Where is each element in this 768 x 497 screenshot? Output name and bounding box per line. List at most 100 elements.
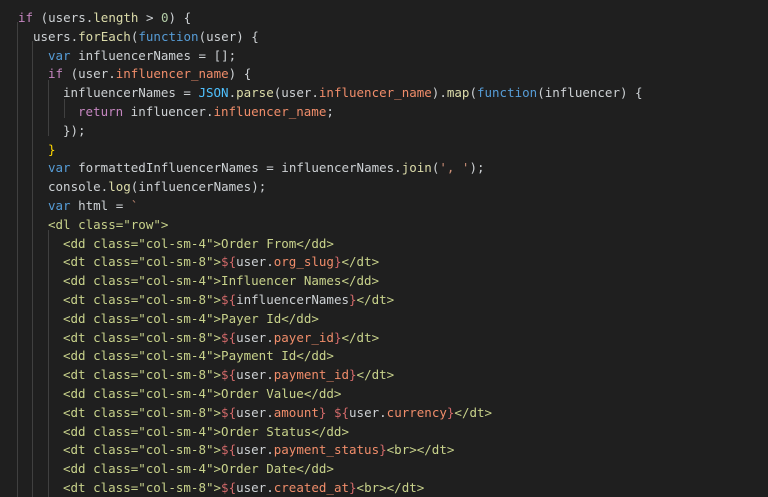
code-token: . [228, 85, 237, 101]
code-token: <dt class="col-sm-8"> [63, 292, 222, 307]
code-token: } [349, 367, 357, 383]
code-token: payment_status [273, 442, 380, 458]
code-token: <br></dt> [356, 480, 425, 495]
code-token: if [18, 10, 34, 25]
code-line[interactable]: <dt class="col-sm-8">${influencerNames}<… [63, 290, 394, 309]
code-token: influencer_name [115, 66, 229, 82]
code-token: (influencer) { [537, 85, 643, 101]
code-line[interactable]: } [48, 140, 56, 159]
code-token: ) { [228, 66, 252, 82]
code-line[interactable]: <dt class="col-sm-8">${user.payer_id}</d… [63, 328, 379, 347]
code-token: ${ [221, 292, 237, 307]
code-token: influencerNames [236, 292, 349, 307]
code-token: ${ [221, 404, 237, 420]
code-line[interactable]: if (users.length > 0) { [18, 8, 191, 27]
code-line[interactable]: <dt class="col-sm-8">${user.amount} ${us… [63, 403, 492, 422]
code-line[interactable]: console.log(influencerNames); [48, 177, 266, 196]
code-token: ). [431, 85, 447, 101]
code-token: <dt class="col-sm-8"> [63, 442, 222, 458]
code-token: length [93, 10, 139, 25]
code-token: payer_id [273, 329, 334, 345]
code-token: <dt class="col-sm-8"> [63, 367, 222, 383]
code-token: <dt class="col-sm-8"> [63, 329, 222, 345]
code-line[interactable]: <dd class="col-sm-4">Payer Id</dd> [63, 309, 319, 328]
code-token: } [349, 292, 357, 307]
code-token: user. [236, 442, 274, 458]
code-token: } [48, 141, 56, 157]
code-line[interactable]: var formattedInfluencerNames = influence… [48, 158, 485, 177]
code-token: </dt> [341, 329, 380, 345]
code-token: (influencerNames); [130, 179, 267, 195]
code-line[interactable]: influencerNames = JSON.parse(user.influe… [63, 83, 643, 102]
code-token: var [48, 160, 71, 176]
code-token: </dt> [356, 367, 395, 383]
code-line[interactable]: <dd class="col-sm-4">Influencer Names</d… [63, 271, 379, 290]
code-line[interactable]: <dd class="col-sm-4">Order From</dd> [63, 234, 334, 253]
code-token: user. [236, 367, 274, 383]
indent-guide [48, 80, 49, 136]
code-token: } [333, 254, 342, 270]
code-token: ${ [221, 480, 237, 495]
code-line[interactable]: if (user.influencer_name) { [48, 64, 251, 83]
code-line[interactable]: <dt class="col-sm-8">${user.payment_stat… [63, 440, 454, 459]
indent-guide [48, 230, 49, 497]
code-line[interactable]: <dd class="col-sm-4">Order Status</dd> [63, 422, 349, 441]
code-line[interactable]: <dt class="col-sm-8">${user.created_at}<… [63, 478, 424, 497]
code-token: ) { [168, 10, 192, 25]
code-line[interactable]: <dd class="col-sm-4">Payment Id</dd> [63, 346, 334, 365]
code-token: influencer_name [318, 85, 432, 101]
code-token: var [48, 47, 71, 63]
code-token: <dd class="col-sm-4">Order Value</dd> [63, 386, 342, 401]
code-token: if [48, 66, 64, 82]
code-token: (user. [273, 85, 319, 101]
code-line[interactable]: users.forEach(function(user) { [33, 27, 259, 46]
code-token: org_slug [273, 254, 334, 270]
code-token: influencer_name [213, 104, 327, 119]
code-token: } [333, 329, 342, 345]
code-token: ${ [221, 254, 237, 270]
indent-guide [17, 22, 18, 497]
code-token: <dd class="col-sm-4">Order Date</dd> [63, 461, 334, 477]
code-line[interactable]: return influencer.influencer_name; [78, 102, 334, 121]
code-token: <dt class="col-sm-8"> [63, 404, 222, 420]
code-line[interactable]: var influencerNames = []; [48, 46, 236, 65]
code-token: currency [386, 404, 447, 420]
code-token: payment_id [273, 367, 350, 383]
code-token: </dt> [454, 404, 493, 420]
code-token: <br></dt> [386, 442, 455, 458]
indent-guide [32, 41, 33, 497]
code-token: ${ [333, 404, 350, 420]
code-line[interactable]: <dt class="col-sm-8">${user.org_slug}</d… [63, 252, 379, 271]
code-line[interactable]: var html = ` [48, 196, 138, 215]
code-token: (user) { [198, 28, 259, 44]
code-token: > [138, 10, 162, 25]
code-token: ); [469, 160, 485, 176]
code-token: created_at [273, 480, 350, 495]
code-token: forEach [78, 28, 131, 44]
code-token: ${ [221, 329, 237, 345]
code-token: formattedInfluencerNames = influencerNam… [70, 160, 402, 176]
code-token: user. [236, 254, 274, 270]
code-token: var [48, 198, 71, 213]
code-token: <dd class="col-sm-4">Order Status</dd> [63, 423, 349, 439]
code-line[interactable]: <dt class="col-sm-8">${user.payment_id}<… [63, 365, 394, 384]
code-line[interactable]: }); [63, 121, 86, 140]
code-token: 0 [161, 10, 169, 25]
code-editor[interactable]: if (users.length > 0) {users.forEach(fun… [0, 0, 768, 497]
code-line[interactable]: <dd class="col-sm-4">Order Date</dd> [63, 459, 334, 478]
code-token: parse [236, 85, 274, 101]
code-token: <dt class="col-sm-8"> [63, 254, 222, 270]
code-token: <dd class="col-sm-4">Order From</dd> [63, 235, 334, 251]
code-token: users. [33, 28, 79, 44]
code-token: map [446, 85, 470, 101]
code-line[interactable]: <dl class="row"> [48, 215, 168, 234]
code-token: function [476, 85, 538, 101]
code-line[interactable]: <dd class="col-sm-4">Order Value</dd> [63, 384, 341, 403]
code-token: user. [236, 480, 274, 495]
code-token: <dt class="col-sm-8"> [63, 480, 222, 495]
code-token: console. [48, 179, 109, 195]
code-token: influencerNames = [63, 85, 199, 101]
code-token: <dd class="col-sm-4">Influencer Names</d… [63, 273, 380, 289]
code-token: (user. [63, 66, 116, 82]
